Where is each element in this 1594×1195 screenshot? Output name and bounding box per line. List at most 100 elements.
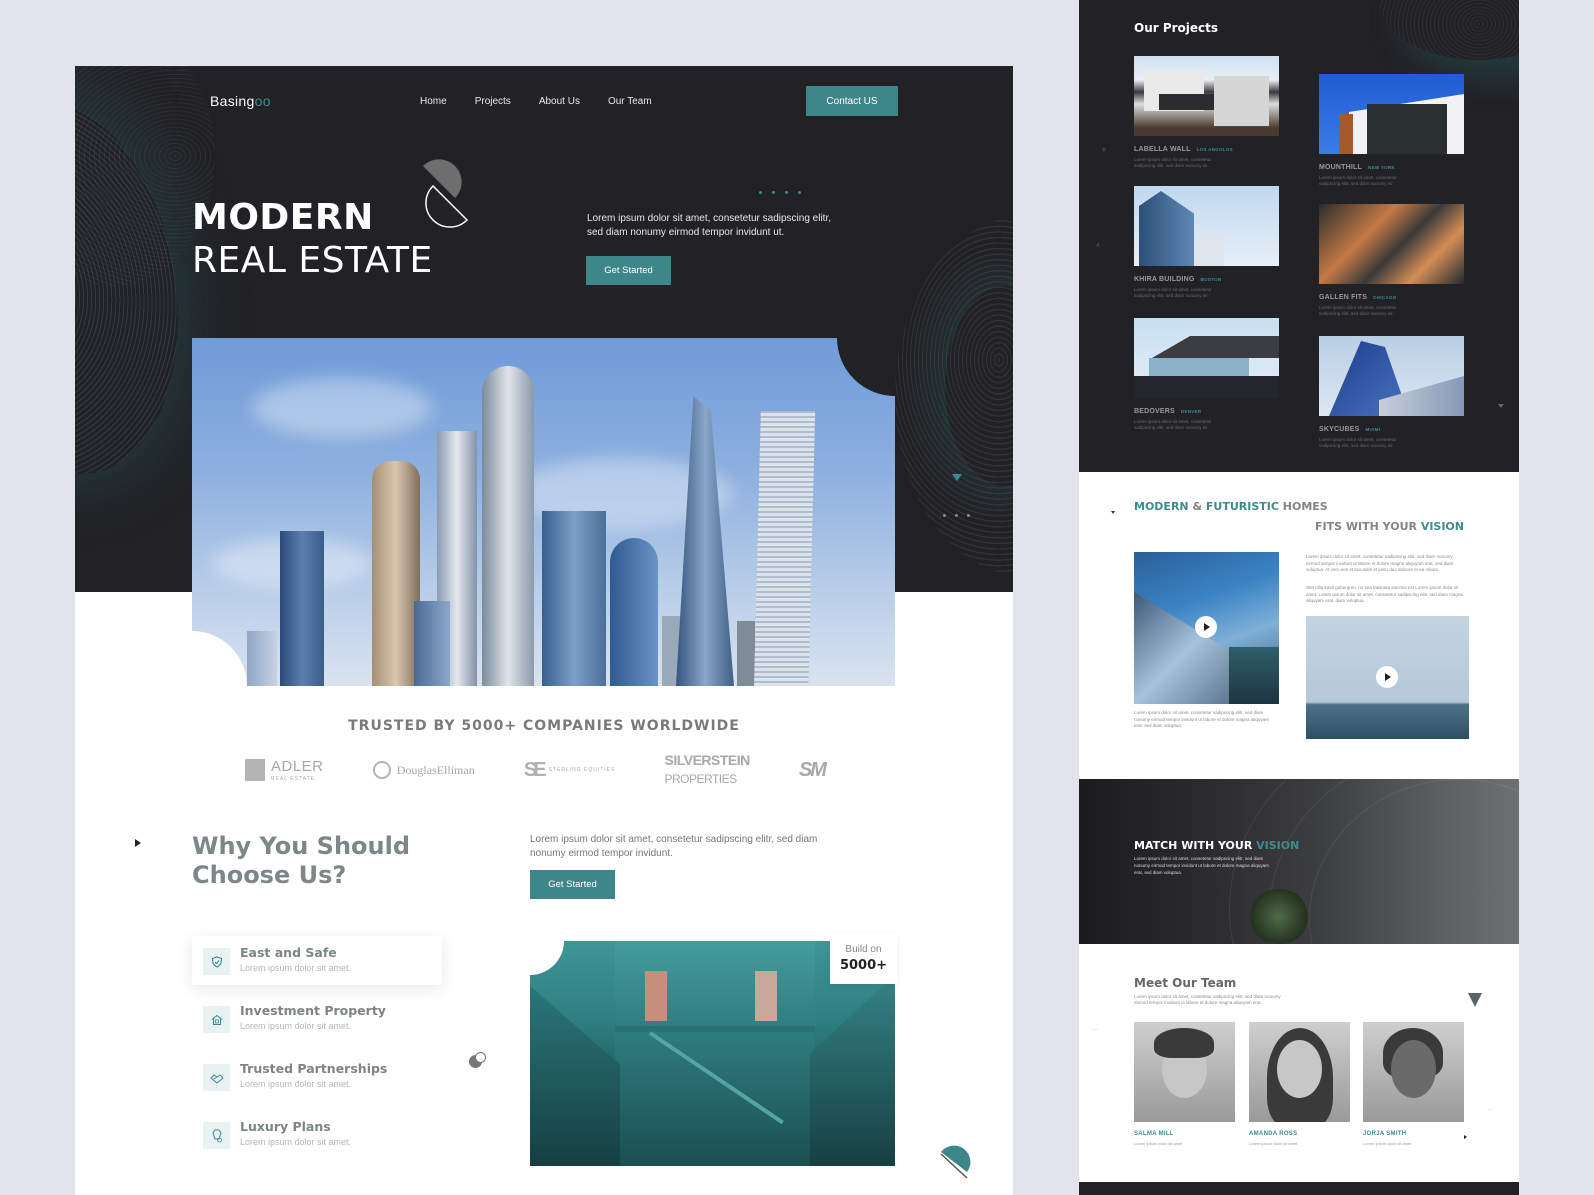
decorative-wave [1379, 0, 1519, 60]
decorative-wave [75, 78, 207, 494]
play-icon [1204, 623, 1210, 631]
project-image [1319, 204, 1464, 284]
avatar [1249, 1022, 1350, 1122]
project-card[interactable]: GALLEN FITS CHICAGO Lorem ipsum dolor sit… [1319, 204, 1464, 318]
logo-text: Basing [210, 93, 255, 109]
project-image [1134, 56, 1279, 136]
nav-link-projects[interactable]: Projects [475, 96, 511, 107]
build-stat-card: Build on 5000+ [830, 934, 897, 984]
brand-logo-sterling: SE STERLING EQUITIES [523, 758, 616, 781]
get-started-button[interactable]: Get Started [586, 256, 671, 285]
team-section: Meet Our Team Lorem ipsum dolor sit amet… [1079, 944, 1519, 1182]
top-nav: Basingoo Home Projects About Us Our Team… [75, 66, 1013, 136]
contact-button[interactable]: Contact US [806, 86, 898, 116]
trusted-heading: TRUSTED BY 5000+ COMPANIES WORLDWIDE [348, 718, 740, 734]
feature-item[interactable]: Luxury Plans Lorem ipsum dolor sit amet. [192, 1110, 442, 1159]
homes-subheading: FITS WITH YOUR VISION [1315, 520, 1464, 533]
decorative-corner [192, 631, 247, 686]
homes-paragraph: Stet clita kasd gubergren, no sea takima… [1306, 585, 1463, 604]
decorative-plus-icon: + [1101, 145, 1107, 156]
decorative-triangle-icon [1468, 993, 1482, 1007]
footer [1079, 1182, 1519, 1195]
homes-paragraph: Lorem ipsum dolor sit amet, consetetur s… [1134, 710, 1269, 729]
decorative-corner [530, 941, 564, 975]
team-member-card[interactable]: JORJA SMITH Lorem ipsum dolor sit amet [1363, 1022, 1464, 1146]
decorative-play-icon [1464, 1135, 1467, 1139]
feature-item[interactable]: Trusted Partnerships Lorem ipsum dolor s… [192, 1052, 442, 1101]
decorative-dots: ··· [1487, 1107, 1493, 1113]
house-icon [203, 1006, 230, 1033]
adler-mark-icon [245, 759, 265, 781]
hero-title: MODERN REAL ESTATE [192, 196, 433, 282]
team-title: Meet Our Team [1134, 976, 1237, 990]
match-banner: MATCH WITH YOUR VISION Lorem ipsum dolor… [1079, 779, 1519, 944]
nav-link-home[interactable]: Home [420, 96, 447, 107]
nav-link-team[interactable]: Our Team [608, 96, 652, 107]
landing-page-main: Basingoo Home Projects About Us Our Team… [75, 66, 1013, 1195]
brand-logo-douglas-elliman: DouglasElliman [372, 761, 475, 779]
decorative-triangle-icon [952, 474, 962, 481]
decorative-circles-icon [469, 1052, 486, 1068]
play-button[interactable] [1376, 666, 1398, 688]
project-card[interactable]: KHIRA BUILDING BOSTON Lorem ipsum dolor s… [1134, 186, 1279, 300]
decorative-dots [759, 191, 801, 194]
landing-page-secondary: Our Projects + 4 LABELLA WALL LOS ANGOLOS… [1079, 0, 1519, 1195]
brand-logo-adler: ADLER REAL ESTATE [245, 758, 324, 782]
decorative-dots [943, 514, 970, 517]
get-started-button[interactable]: Get Started [530, 870, 615, 899]
decorative-glow [945, 286, 1013, 486]
nav-links: Home Projects About Us Our Team [420, 96, 652, 107]
logo-accent: oo [254, 93, 271, 109]
play-icon [1385, 673, 1391, 681]
homes-heading: MODERN & FUTURISTIC HOMES [1134, 500, 1328, 513]
partner-logos: ADLER REAL ESTATE DouglasElliman SE STERL… [245, 752, 827, 786]
why-description: Lorem ipsum dolor sit amet, consetetur s… [530, 834, 818, 859]
project-image [1319, 74, 1464, 154]
decorative-semicircle-icon [423, 159, 469, 228]
match-description: Lorem ipsum dolor sit amet, consetetur s… [1134, 856, 1269, 875]
handshake-icon [203, 1064, 230, 1091]
team-member-card[interactable]: SALMA MILL Lorem ipsum dolor sit amet [1134, 1022, 1235, 1146]
avatar [1134, 1022, 1235, 1122]
project-card[interactable]: SKYCUBES MIAMI Lorem ipsum dolor sit amet… [1319, 336, 1464, 450]
play-button[interactable] [1195, 616, 1217, 638]
decorative-corner [837, 338, 895, 396]
homes-video-thumbnail[interactable] [1306, 616, 1469, 739]
project-card[interactable]: MOUNTHILL NEW YORK Lorem ipsum dolor sit … [1319, 74, 1464, 188]
hero-skyline-image [192, 338, 895, 686]
brand-logo-silverstein: SILVERSTEIN PROPERTIES [664, 752, 751, 786]
homes-paragraph: Lorem ipsum dolor sit amet, consetetur s… [1306, 554, 1454, 573]
hero-title-line1: MODERN [192, 197, 374, 238]
project-card[interactable]: BEDOVERS DENVER Lorem ipsum dolor sit ame… [1134, 318, 1279, 432]
team-description: Lorem ipsum dolor sit amet, consetetur s… [1134, 994, 1281, 1006]
avatar [1363, 1022, 1464, 1122]
project-image [1319, 336, 1464, 416]
decorative-play-icon [135, 839, 141, 847]
hero-title-line2: REAL ESTATE [192, 240, 433, 282]
homes-section: MODERN & FUTURISTIC HOMES FITS WITH YOUR… [1079, 472, 1519, 779]
feature-item[interactable]: East and Safe Lorem ipsum dolor sit amet… [192, 936, 442, 985]
feature-item[interactable]: Investment Property Lorem ipsum dolor si… [192, 994, 442, 1043]
decorative-semicircle-icon [940, 1145, 971, 1179]
decorative-number: 4 [1096, 243, 1100, 249]
project-image [1134, 318, 1279, 398]
why-title: Why You Should Choose Us? [192, 832, 411, 890]
team-member-card[interactable]: AMANDA ROSS Lorem ipsum dolor sit amet [1249, 1022, 1350, 1146]
nav-link-about[interactable]: About Us [539, 96, 580, 107]
project-card[interactable]: LABELLA WALL LOS ANGOLOS Lorem ipsum dolo… [1134, 56, 1279, 170]
brand-logo-sm: SM [798, 758, 827, 781]
match-title: MATCH WITH YOUR VISION [1134, 839, 1300, 852]
douglas-mark-icon [372, 761, 391, 779]
homes-video-thumbnail[interactable] [1134, 552, 1279, 704]
decorative-triangle-icon [1111, 511, 1115, 514]
feature-list: East and Safe Lorem ipsum dolor sit amet… [192, 936, 442, 1168]
project-image [1134, 186, 1279, 266]
decorative-dots: ··· [1092, 1027, 1098, 1033]
diamond-icon [203, 1122, 230, 1149]
decorative-triangle-icon [1498, 404, 1504, 408]
projects-section: Our Projects + 4 LABELLA WALL LOS ANGOLOS… [1079, 0, 1519, 472]
hero-description: Lorem ipsum dolor sit amet, consetetur s… [587, 213, 831, 238]
logo[interactable]: Basingoo [210, 93, 271, 109]
shield-icon [203, 948, 230, 975]
projects-title: Our Projects [1134, 21, 1219, 35]
